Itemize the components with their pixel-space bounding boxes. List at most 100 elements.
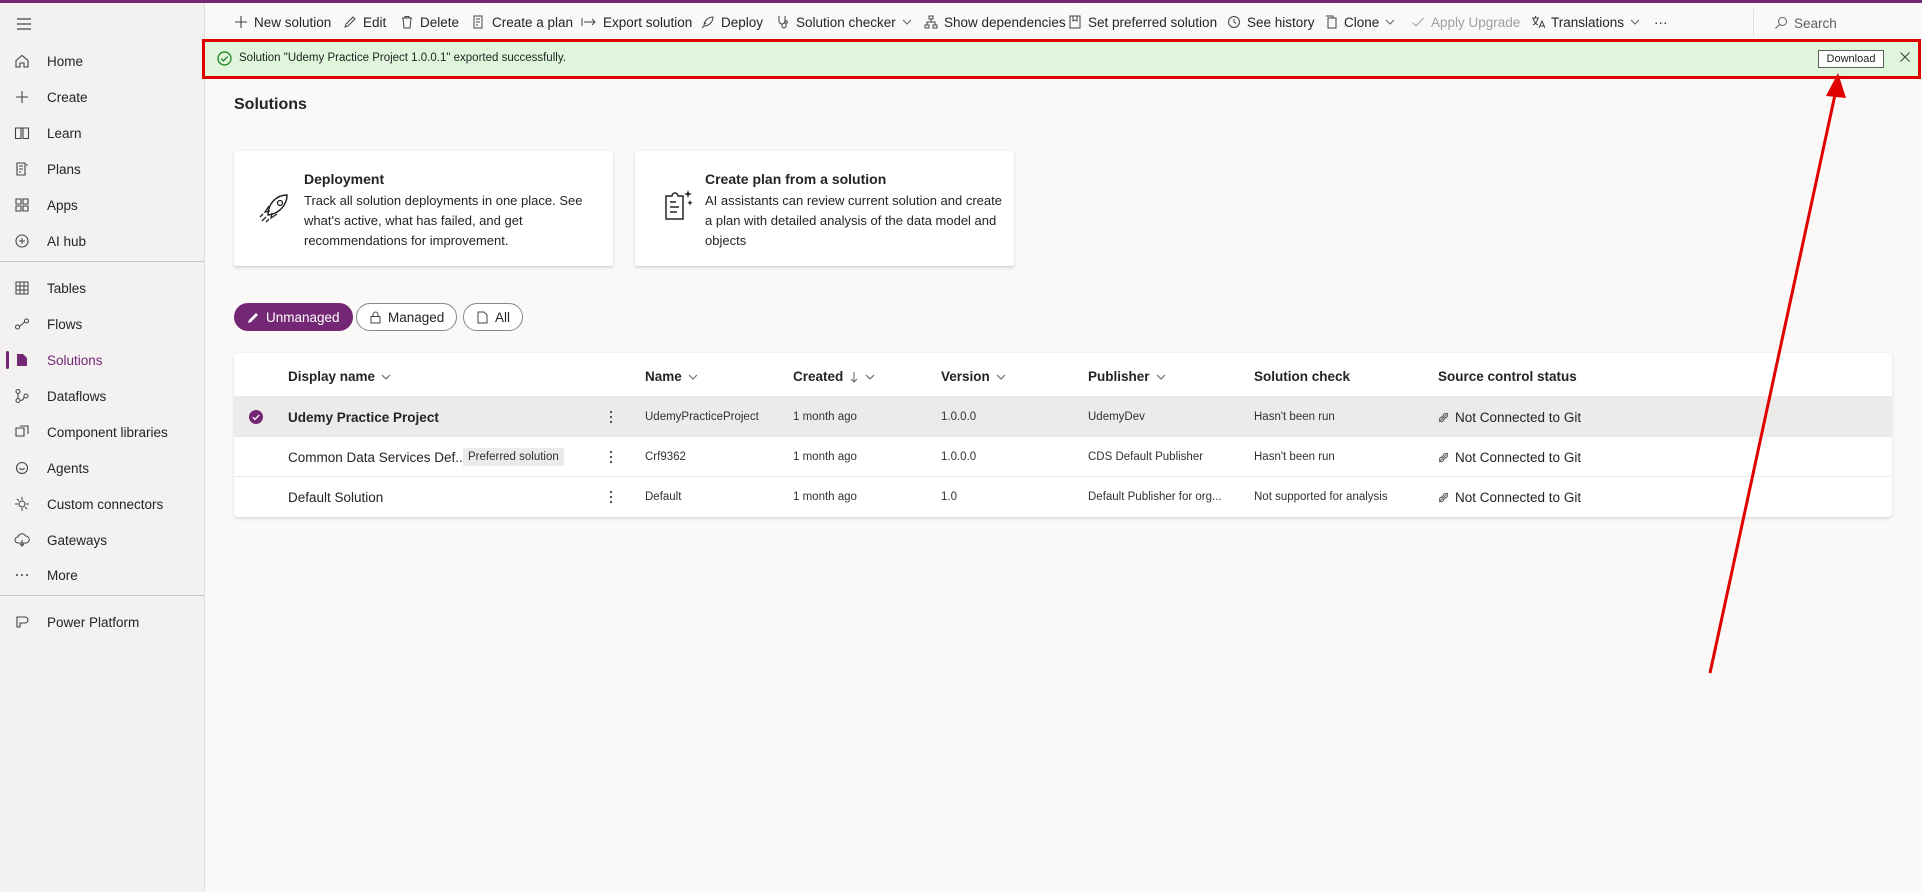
row-more-options-icon[interactable] [605, 407, 617, 427]
version-cell: 1.0.0.0 [941, 411, 977, 423]
connector-icon [12, 494, 32, 514]
hamburger-menu-icon[interactable] [13, 13, 35, 35]
nav-item-create[interactable]: Create [0, 80, 204, 114]
chevron-down-icon [1385, 19, 1395, 25]
table-row[interactable]: Udemy Practice Project UdemyPracticeProj… [234, 396, 1892, 436]
deployment-card[interactable]: Deployment Track all solution deployment… [234, 151, 613, 266]
column-header-label: Created [793, 369, 844, 384]
see-history-button[interactable]: See history [1227, 3, 1315, 41]
nav-item-agents[interactable]: Agents [0, 451, 204, 485]
column-header-name[interactable]: Name [645, 369, 698, 384]
row-selected-check-icon[interactable] [249, 410, 263, 424]
filter-label: All [495, 309, 511, 325]
nav-item-home[interactable]: Home [0, 44, 204, 78]
filter-all[interactable]: All [463, 303, 524, 331]
nav-item-apps[interactable]: Apps [0, 188, 204, 222]
nav-label: Solutions [47, 352, 103, 368]
chevron-down-icon [1630, 19, 1640, 25]
display-name-cell[interactable]: Udemy Practice Project [288, 397, 439, 437]
close-icon[interactable] [1899, 51, 1911, 63]
solution-check-cell: Hasn't been run [1254, 411, 1335, 423]
column-header-label: Solution check [1254, 369, 1351, 384]
created-cell: 1 month ago [793, 451, 857, 463]
export-solution-button[interactable]: Export solution [581, 3, 692, 41]
solution-checker-label: Solution checker [796, 14, 896, 30]
row-more-options-icon[interactable] [605, 487, 617, 507]
clone-button[interactable]: Clone [1324, 3, 1395, 41]
nav-item-gateways[interactable]: Gateways [0, 523, 204, 557]
apply-upgrade-label: Apply Upgrade [1431, 14, 1521, 30]
filter-unmanaged[interactable]: Unmanaged [234, 303, 353, 331]
plug-disconnected-icon [1438, 412, 1449, 422]
nav-divider [0, 595, 204, 596]
nav-item-power-platform[interactable]: Power Platform [0, 605, 204, 639]
card-description-line: AI assistants can review current solutio… [705, 193, 1002, 208]
create-plan-button[interactable]: Create a plan [472, 3, 573, 41]
card-description-line: what's active, what has failed, and get [304, 213, 523, 228]
nav-item-tables[interactable]: Tables [0, 271, 204, 305]
set-preferred-solution-button[interactable]: Set preferred solution [1068, 3, 1217, 41]
nav-label: Component libraries [47, 424, 168, 440]
solutions-icon [477, 311, 488, 323]
display-name-cell[interactable]: Default Solution [288, 477, 383, 517]
nav-item-ai-hub[interactable]: AI hub [0, 224, 204, 258]
solution-check-cell: Not supported for analysis [1254, 491, 1388, 503]
left-nav: Home Create Learn Plans Apps AI hub Tabl… [0, 3, 205, 892]
more-commands-icon: ··· [1654, 14, 1668, 30]
show-dependencies-button[interactable]: Show dependencies [924, 3, 1066, 41]
flow-icon [12, 314, 32, 334]
success-check-icon [217, 51, 232, 66]
new-solution-button[interactable]: New solution [234, 3, 331, 41]
apply-upgrade-button[interactable]: Apply Upgrade [1411, 3, 1520, 41]
nav-item-component-libraries[interactable]: Component libraries [0, 415, 204, 449]
nav-label: Learn [47, 125, 82, 141]
power-platform-icon [12, 612, 32, 632]
search-placeholder: Search [1794, 15, 1837, 31]
more-commands-button[interactable]: ··· [1654, 3, 1668, 41]
column-header-label: Version [941, 369, 990, 384]
chevron-down-icon [381, 374, 391, 380]
book-icon [12, 123, 32, 143]
source-control-label: Not Connected to Git [1455, 489, 1582, 505]
nav-item-custom-connectors[interactable]: Custom connectors [0, 487, 204, 521]
preferred-solution-badge: Preferred solution [463, 448, 564, 466]
column-header-version[interactable]: Version [941, 369, 1006, 384]
solution-checker-button[interactable]: Solution checker [776, 3, 912, 41]
translations-button[interactable]: Translations [1531, 3, 1640, 41]
version-cell: 1.0.0.0 [941, 451, 977, 463]
nav-label: Home [47, 53, 84, 69]
chevron-down-icon [902, 19, 912, 25]
translations-label: Translations [1551, 14, 1625, 30]
nav-item-flows[interactable]: Flows [0, 307, 204, 341]
banner-message: Solution "Udemy Practice Project 1.0.0.1… [239, 52, 566, 64]
column-header-publisher[interactable]: Publisher [1088, 369, 1166, 384]
table-icon [12, 278, 32, 298]
column-header-solution-check[interactable]: Solution check [1254, 369, 1350, 384]
chevron-down-icon [865, 374, 875, 380]
nav-item-dataflows[interactable]: Dataflows [0, 379, 204, 413]
nav-label: Agents [47, 460, 90, 476]
column-header-display-name[interactable]: Display name [288, 369, 391, 384]
plug-disconnected-icon [1438, 452, 1449, 462]
nav-item-more[interactable]: More [0, 558, 204, 592]
nav-item-learn[interactable]: Learn [0, 116, 204, 150]
create-plan-card[interactable]: Create plan from a solution AI assistant… [635, 151, 1014, 266]
checkmark-icon [1412, 17, 1424, 27]
delete-button[interactable]: Delete [400, 3, 459, 41]
display-name-cell[interactable]: Common Data Services Def... [288, 437, 467, 477]
column-header-created[interactable]: Created [793, 369, 875, 384]
row-more-options-icon[interactable] [605, 447, 617, 467]
filter-managed[interactable]: Managed [356, 303, 458, 331]
download-button[interactable]: Download [1818, 50, 1884, 68]
nav-item-solutions[interactable]: Solutions [0, 343, 204, 377]
created-cell: 1 month ago [793, 411, 857, 423]
column-header-source-control[interactable]: Source control status [1438, 369, 1577, 384]
deploy-button[interactable]: Deploy [701, 3, 763, 41]
table-row[interactable]: Common Data Services Def... Preferred so… [234, 436, 1892, 476]
dataflow-icon [12, 386, 32, 406]
nav-item-plans[interactable]: Plans [0, 152, 204, 186]
edit-button[interactable]: Edit [343, 3, 386, 41]
table-row[interactable]: Default Solution Default 1 month ago 1.0… [234, 476, 1892, 516]
search-box[interactable]: Search [1753, 9, 1913, 37]
nav-divider [0, 261, 204, 262]
